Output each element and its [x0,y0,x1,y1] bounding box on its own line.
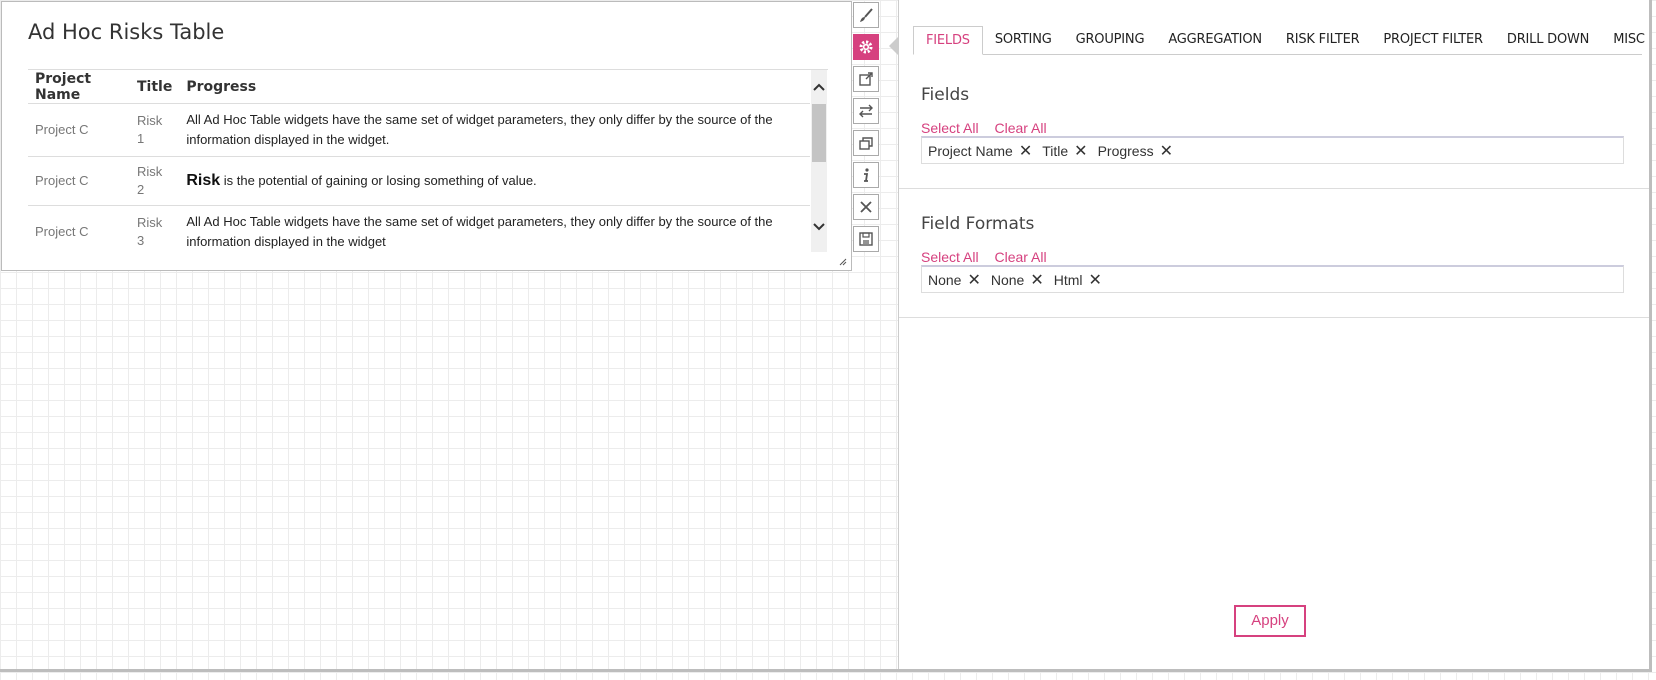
tab-drill-down[interactable]: DRILL DOWN [1495,26,1601,53]
tab-project-filter[interactable]: PROJECT FILTER [1371,26,1494,53]
format-tag-label: Html [1053,271,1083,288]
field-tag: Title ✕ [1042,141,1087,161]
format-tag-label: None [928,271,962,288]
fields-heading: Fields [921,85,970,105]
cell-project-name: Project C [28,156,130,206]
column-header-progress[interactable]: Progress [179,70,810,104]
copy-icon[interactable] [853,130,879,156]
field-tag-label: Title [1042,142,1069,159]
column-header-project-name[interactable]: Project Name [28,70,130,104]
field-formats-heading: Field Formats [921,214,1035,234]
fields-clear-all-link[interactable]: Clear All [994,120,1046,136]
scroll-up-icon[interactable] [811,78,827,96]
fields-links: Select All Clear All [921,120,1059,136]
remove-tag-icon[interactable]: ✕ [967,270,980,290]
remove-tag-icon[interactable]: ✕ [1074,141,1087,161]
tab-grouping[interactable]: GROUPING [1064,26,1157,53]
cell-progress: All Ad Hoc Table widgets have the same s… [179,103,810,157]
cell-title: Risk 2 [130,156,180,206]
remove-tag-icon[interactable]: ✕ [1030,270,1043,290]
field-tag-label: Project Name [928,142,1013,159]
close-icon[interactable] [853,194,879,220]
formats-select-all-link[interactable]: Select All [921,249,979,265]
external-link-icon[interactable] [853,66,879,92]
remove-tag-icon[interactable]: ✕ [1019,141,1032,161]
resize-grip-icon[interactable] [839,258,847,266]
formats-clear-all-link[interactable]: Clear All [994,249,1046,265]
tab-aggregation[interactable]: AGGREGATION [1156,26,1274,53]
formats-links: Select All Clear All [921,249,1059,265]
gear-icon[interactable] [853,34,879,60]
cell-title: Risk 1 [130,103,180,157]
table-scrollbar[interactable] [811,70,827,252]
ad-hoc-risks-widget: Ad Hoc Risks Table Project Name Title Pr… [1,1,852,271]
tab-fields[interactable]: FIELDS [913,26,983,55]
brush-icon[interactable] [853,2,879,28]
tab-misc[interactable]: MISC [1601,26,1656,53]
widget-toolbar [853,2,881,258]
format-tag: Html ✕ [1054,270,1102,290]
format-tag-label: None [990,271,1025,288]
swap-icon[interactable] [853,98,879,124]
widget-title: Ad Hoc Risks Table [28,20,225,44]
section-divider [899,317,1652,318]
risks-table: Project Name Title Progress Project C Ri… [28,70,810,253]
section-divider [899,188,1652,189]
scroll-thumb[interactable] [812,104,826,162]
formats-tag-input[interactable]: None ✕ None ✕ Html ✕ [921,265,1624,293]
remove-tag-icon[interactable]: ✕ [1160,141,1173,161]
field-tag: Progress ✕ [1098,141,1173,161]
tab-risk-filter[interactable]: RISK FILTER [1274,26,1372,53]
scroll-down-icon[interactable] [811,218,827,236]
format-tag: None ✕ [928,270,981,290]
remove-tag-icon[interactable]: ✕ [1089,270,1102,290]
risks-table-container: Project Name Title Progress Project C Ri… [28,69,828,253]
fields-select-all-link[interactable]: Select All [921,120,979,136]
settings-tabs: FIELDS SORTING GROUPING AGGREGATION RISK… [913,26,1645,55]
tab-sorting[interactable]: SORTING [983,26,1064,53]
cell-progress: Risk is the potential of gaining or losi… [179,156,810,206]
progress-bold-term: Risk [186,172,221,189]
column-header-title[interactable]: Title [130,70,180,104]
cell-title: Risk 3 [130,205,180,253]
apply-button[interactable]: Apply [1234,605,1306,637]
field-tag-label: Progress [1097,142,1154,159]
cell-project-name: Project C [28,103,130,157]
progress-text: is the potential of gaining or losing so… [220,173,537,188]
field-tag: Project Name ✕ [928,141,1032,161]
cell-project-name: Project C [28,205,130,253]
format-tag: None ✕ [991,270,1044,290]
table-row[interactable]: Project C Risk 1 All Ad Hoc Table widget… [28,103,810,157]
table-row[interactable]: Project C Risk 2 Risk is the potential o… [28,156,810,206]
table-row[interactable]: Project C Risk 3 All Ad Hoc Table widget… [28,205,810,253]
fields-tag-input[interactable]: Project Name ✕ Title ✕ Progress ✕ [921,136,1624,164]
cell-progress: All Ad Hoc Table widgets have the same s… [179,205,810,253]
info-icon[interactable] [853,162,879,188]
table-header-row: Project Name Title Progress [28,70,810,104]
settings-panel: FIELDS SORTING GROUPING AGGREGATION RISK… [898,0,1652,672]
save-icon[interactable] [853,226,879,252]
